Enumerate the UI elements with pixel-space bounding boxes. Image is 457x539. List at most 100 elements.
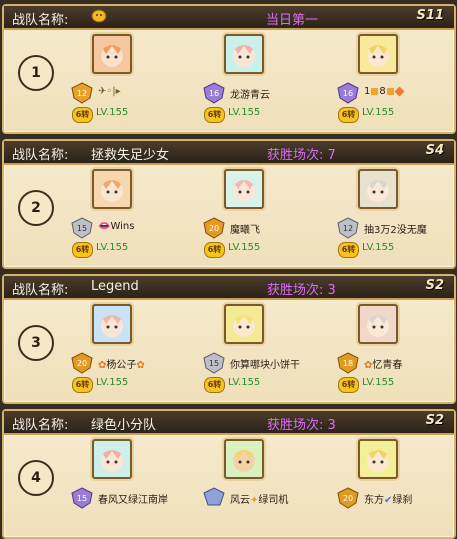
team-label: 战队名称: xyxy=(12,418,69,433)
rank-badge-icon: 12 xyxy=(70,82,94,104)
svg-text:20: 20 xyxy=(343,494,353,503)
team-member[interactable]: 12 抽3万2没无魔 6转 LV.155 xyxy=(334,141,454,265)
player-name: 抽3万2没无魔 xyxy=(364,225,427,236)
player-level: LV.155 xyxy=(96,242,129,253)
rank-number: 1 xyxy=(18,55,54,91)
player-avatar[interactable] xyxy=(92,439,132,479)
svg-text:15: 15 xyxy=(77,224,87,233)
player-avatar[interactable] xyxy=(358,34,398,74)
square-icon xyxy=(371,87,379,95)
player-name: 👄Wins xyxy=(98,221,134,232)
player-level: LV.155 xyxy=(362,107,395,118)
team-card-2[interactable]: 战队名称: 拯救失足少女 获胜场次: 7 S4 2 15 👄Wins 6转 LV… xyxy=(2,139,456,269)
svg-text:15: 15 xyxy=(209,359,219,368)
player-level: LV.155 xyxy=(228,242,261,253)
player-name: 风云✦绿司机 xyxy=(230,491,288,506)
upgrade-badge: 6转 xyxy=(72,242,93,258)
svg-text:16: 16 xyxy=(343,89,353,98)
player-avatar[interactable] xyxy=(224,304,264,344)
player-avatar[interactable] xyxy=(358,169,398,209)
rank-badge-icon: 15 xyxy=(202,352,226,374)
rank-badge-icon xyxy=(202,487,226,509)
team-member[interactable]: 20 ✿杨公子✿ 6转 LV.155 xyxy=(68,276,188,400)
player-avatar[interactable] xyxy=(358,304,398,344)
team-card-3[interactable]: 战队名称: Legend 获胜场次: 3 S2 3 20 ✿杨公子✿ 6转 LV… xyxy=(2,274,456,404)
team-member[interactable]: 15 👄Wins 6转 LV.155 xyxy=(68,141,188,265)
upgrade-badge: 6转 xyxy=(204,107,225,123)
team-member[interactable]: 12 ✈◦|▸ 6转 LV.155 xyxy=(68,6,188,130)
player-avatar[interactable] xyxy=(92,304,132,344)
upgrade-badge: 6转 xyxy=(72,107,93,123)
rank-badge-icon: 15 xyxy=(70,217,94,239)
rank-number: 3 xyxy=(18,325,54,361)
team-card-4[interactable]: 战队名称: 绿色小分队 获胜场次: 3 S2 4 15 春风又绿江南岸 风云✦绿… xyxy=(2,409,456,539)
svg-text:20: 20 xyxy=(209,224,219,233)
svg-text:12: 12 xyxy=(77,89,87,98)
player-name: ✿忆青春 xyxy=(364,356,402,371)
player-avatar[interactable] xyxy=(358,439,398,479)
player-name-text: 杨公子 xyxy=(106,360,137,371)
player-name-text: 忆青春 xyxy=(372,360,403,371)
rank-number: 2 xyxy=(18,190,54,226)
team-member[interactable]: 20 东方✔绿刹 xyxy=(334,411,454,535)
svg-text:15: 15 xyxy=(77,494,87,503)
player-name-text: 1 xyxy=(364,86,371,97)
player-name: 东方✔绿刹 xyxy=(364,491,412,506)
rank-badge-icon: 12 xyxy=(336,217,360,239)
rank-badge-icon: 15 xyxy=(70,487,94,509)
player-name: 你算哪块小饼干 xyxy=(230,360,300,371)
team-member[interactable]: 16 龙游青云 6转 LV.155 xyxy=(200,6,320,130)
player-name: 龙游青云 xyxy=(230,90,270,101)
player-avatar[interactable] xyxy=(92,169,132,209)
symbol-decoration-icon: ✈◦|▸ xyxy=(98,86,121,97)
player-name-suffix: 绿刹 xyxy=(392,495,413,506)
team-member[interactable]: 20 魔曦飞 6转 LV.155 xyxy=(200,141,320,265)
rank-number: 4 xyxy=(18,460,54,496)
player-name-text: 东方 xyxy=(364,495,384,506)
player-level: LV.155 xyxy=(362,377,395,388)
player-name-text: Wins xyxy=(110,221,135,232)
svg-text:18: 18 xyxy=(343,359,353,368)
player-level: LV.155 xyxy=(228,377,261,388)
svg-text:16: 16 xyxy=(209,89,219,98)
player-level: LV.155 xyxy=(362,242,395,253)
player-level: LV.155 xyxy=(96,107,129,118)
svg-text:12: 12 xyxy=(343,224,353,233)
rank-badge-icon: 20 xyxy=(70,352,94,374)
upgrade-badge: 6转 xyxy=(338,107,359,123)
player-name: 春风又绿江南岸 xyxy=(98,495,168,506)
player-level: LV.155 xyxy=(96,377,129,388)
upgrade-badge: 6转 xyxy=(204,242,225,258)
team-member[interactable]: 风云✦绿司机 xyxy=(200,411,320,535)
team-member[interactable]: 18 ✿忆青春 6转 LV.155 xyxy=(334,276,454,400)
team-member[interactable]: 15 春风又绿江南岸 xyxy=(68,411,188,535)
team-label: 战队名称: xyxy=(12,148,69,163)
player-level: LV.155 xyxy=(228,107,261,118)
square-icon xyxy=(386,87,394,95)
player-name-suffix: 绿司机 xyxy=(258,495,289,506)
gem-icon xyxy=(394,86,405,96)
upgrade-badge: 6转 xyxy=(72,377,93,393)
team-card-1[interactable]: 战队名称: 当日第一 S11 1 12 ✈◦|▸ 6转 LV.155 16 龙游… xyxy=(2,4,456,134)
team-member[interactable]: 15 你算哪块小饼干 6转 LV.155 xyxy=(200,276,320,400)
rank-badge-icon: 16 xyxy=(202,82,226,104)
team-label: 战队名称: xyxy=(12,283,69,298)
player-name: ✿杨公子✿ xyxy=(98,356,145,371)
player-name-digit: 8 xyxy=(379,86,386,97)
player-avatar[interactable] xyxy=(224,169,264,209)
upgrade-badge: 6转 xyxy=(204,377,225,393)
upgrade-badge: 6转 xyxy=(338,242,359,258)
rank-badge-icon: 18 xyxy=(336,352,360,374)
player-avatar[interactable] xyxy=(224,34,264,74)
player-name: 18 xyxy=(364,86,405,97)
svg-text:20: 20 xyxy=(77,359,87,368)
flower-icon: ✿ xyxy=(136,360,145,371)
player-name: 魔曦飞 xyxy=(230,225,260,236)
player-avatar[interactable] xyxy=(92,34,132,74)
rank-badge-icon: 16 xyxy=(336,82,360,104)
player-avatar[interactable] xyxy=(224,439,264,479)
lips-icon: 👄 xyxy=(98,221,111,232)
team-member[interactable]: 16 18 6转 LV.155 xyxy=(334,6,454,130)
rank-badge-icon: 20 xyxy=(202,217,226,239)
upgrade-badge: 6转 xyxy=(338,377,359,393)
